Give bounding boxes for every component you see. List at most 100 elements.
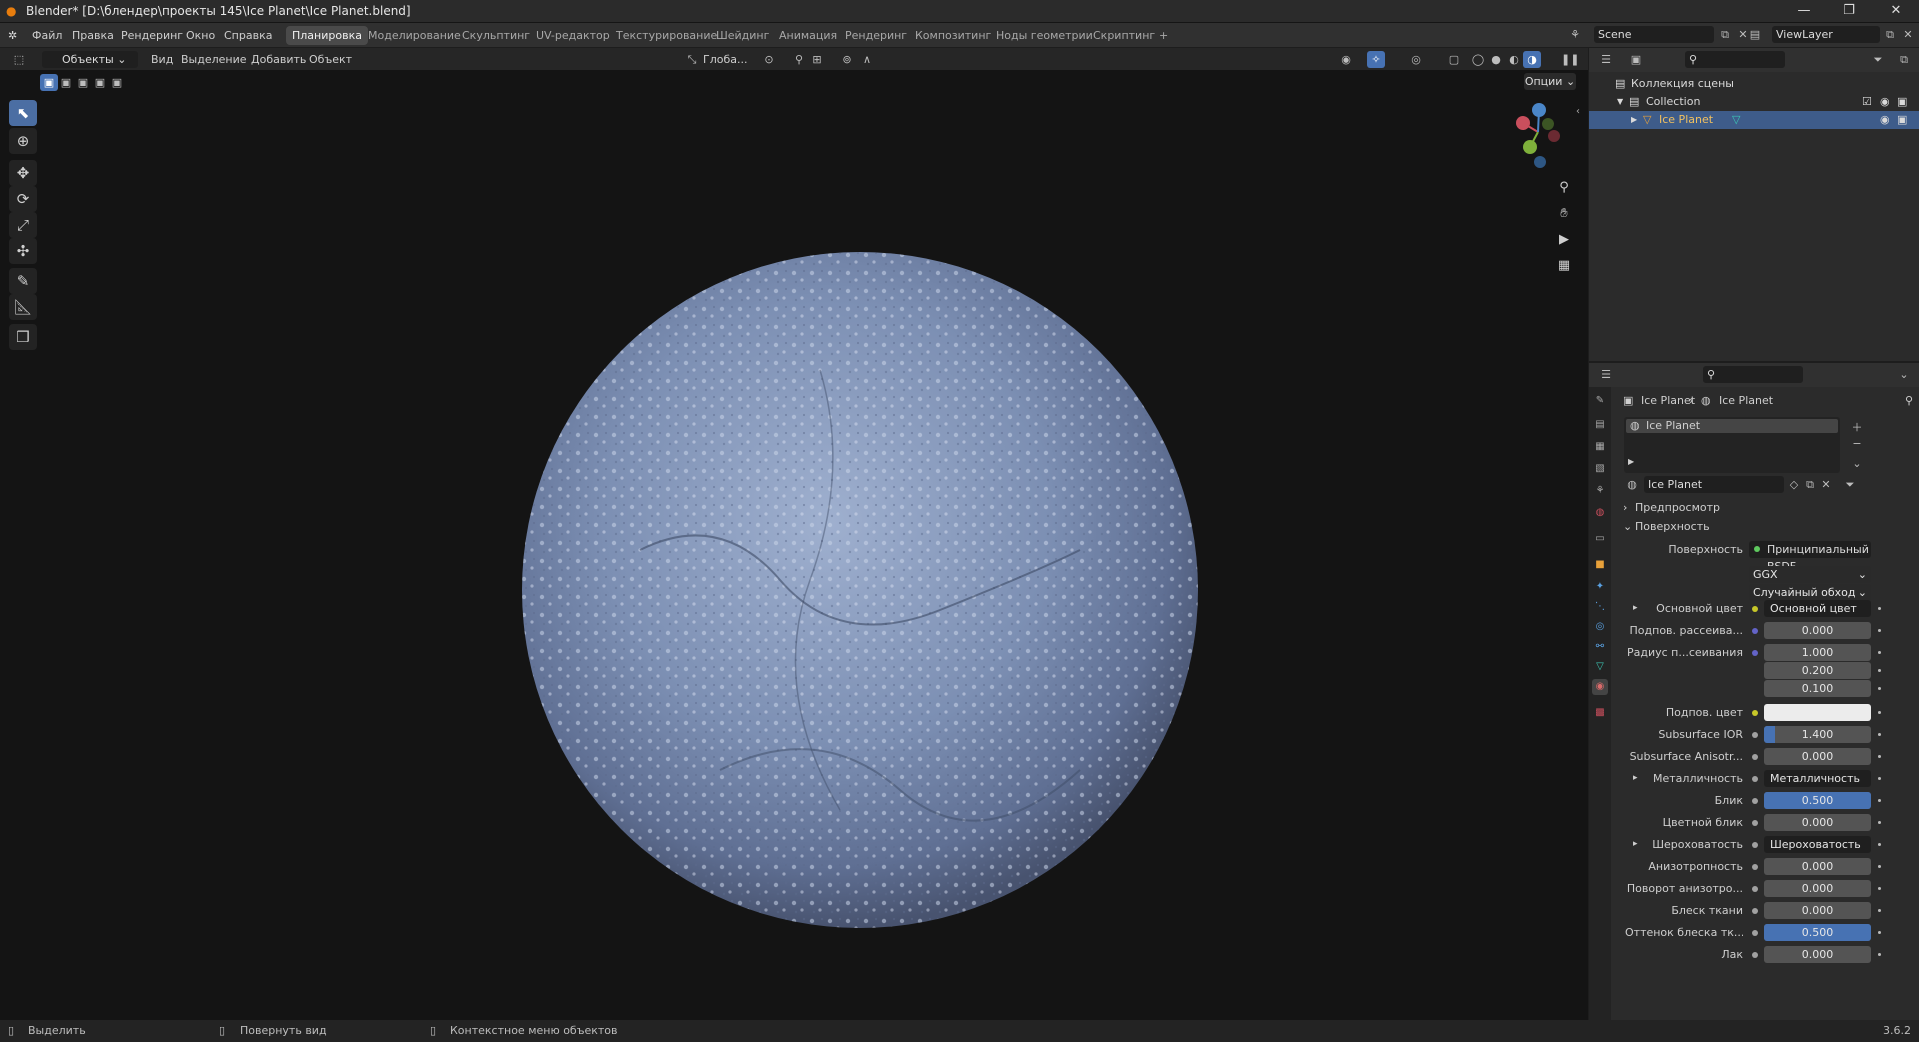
keyframe-dot-icon[interactable] bbox=[1878, 755, 1881, 758]
tab-modeling[interactable]: Моделирование bbox=[362, 26, 467, 45]
tab-geometry-nodes[interactable]: Ноды геометрии bbox=[990, 26, 1099, 45]
maximize-button[interactable]: ❐ bbox=[1826, 0, 1872, 22]
keyframe-dot-icon[interactable] bbox=[1878, 821, 1881, 824]
keyframe-dot-icon[interactable] bbox=[1878, 909, 1881, 912]
material-name-field[interactable]: Ice Planet bbox=[1644, 476, 1784, 493]
outliner-row-ice-planet[interactable]: ▶ ▽ Ice Planet ▽ ◉ ▣ bbox=[1589, 111, 1919, 129]
eye-icon[interactable]: ◉ bbox=[1880, 111, 1890, 129]
tab-texture-paint[interactable]: Текстурирование bbox=[610, 26, 723, 45]
subsurface-method-select[interactable]: Случайный обход ⌄ bbox=[1749, 584, 1871, 601]
rotate-tool-icon[interactable]: ⟳ bbox=[9, 186, 37, 212]
transform-orientation-icon[interactable]: ⤡ bbox=[683, 51, 701, 68]
number-field[interactable]: 0.100 bbox=[1764, 680, 1871, 697]
select-subtract-icon[interactable]: ▣ bbox=[74, 74, 92, 91]
navigation-gizmo[interactable] bbox=[1502, 98, 1578, 174]
3d-viewport[interactable]: ▣ ▣ ▣ ▣ ▣ Опции ⌄ ⬉ ⊕ ✥ ⟳ ⤢ ✣ ✎ 📐︎ ❒ ⚲ ✋… bbox=[0, 70, 1588, 1020]
menu-help[interactable]: Справка bbox=[224, 27, 272, 44]
new-scene-icon[interactable]: ⧉ bbox=[1716, 26, 1734, 43]
number-field[interactable]: 0.000 bbox=[1764, 622, 1871, 639]
material-slot-item[interactable]: ◍ Ice Planet bbox=[1626, 419, 1838, 433]
gizmo-toggle-icon[interactable]: ✧ bbox=[1367, 51, 1385, 68]
input-socket-icon[interactable] bbox=[1752, 754, 1758, 760]
keyframe-dot-icon[interactable] bbox=[1878, 799, 1881, 802]
tab-animation[interactable]: Анимация bbox=[773, 26, 843, 45]
falloff-icon[interactable]: ∧ bbox=[858, 51, 876, 68]
snap-icon[interactable]: ⚲ bbox=[790, 51, 808, 68]
xray-icon[interactable]: ▢ bbox=[1445, 51, 1463, 68]
transform-tool-icon[interactable]: ✣ bbox=[9, 238, 37, 264]
unlink-material-icon[interactable]: ✕ bbox=[1817, 476, 1835, 493]
preview-panel-header[interactable]: › Предпросмотр bbox=[1623, 501, 1913, 517]
number-field[interactable]: 0.500 bbox=[1764, 924, 1871, 941]
number-field[interactable]: 0.000 bbox=[1764, 748, 1871, 765]
outliner-editor-type-icon[interactable]: ☰ bbox=[1597, 51, 1615, 68]
number-field[interactable]: 0.200 bbox=[1764, 662, 1871, 679]
view-layer-tab-icon[interactable]: ▧ bbox=[1592, 461, 1608, 477]
number-field[interactable]: 0.000 bbox=[1764, 858, 1871, 875]
menu-file[interactable]: Файл bbox=[32, 27, 62, 44]
move-tool-icon[interactable]: ✥ bbox=[9, 160, 37, 186]
keyframe-dot-icon[interactable] bbox=[1878, 629, 1881, 632]
menu-add[interactable]: Добавить bbox=[251, 51, 306, 68]
filter-icon[interactable]: ⏷ bbox=[1869, 51, 1887, 68]
visibility-icon[interactable]: ◉ bbox=[1337, 51, 1355, 68]
editor-type-icon[interactable]: ⬚ bbox=[10, 51, 28, 68]
number-field[interactable]: 1.400 bbox=[1764, 726, 1871, 743]
proportional-edit-icon[interactable]: ⊚ bbox=[838, 51, 856, 68]
input-socket-icon[interactable] bbox=[1752, 628, 1758, 634]
number-field[interactable]: 0.000 bbox=[1764, 946, 1871, 963]
mode-selector[interactable]: Объекты ⌄ bbox=[42, 51, 138, 68]
keyframe-dot-icon[interactable] bbox=[1878, 669, 1881, 672]
scale-tool-icon[interactable]: ⤢ bbox=[9, 212, 37, 238]
pin-icon[interactable]: ⚲ bbox=[1905, 394, 1913, 407]
select-new-icon[interactable]: ▣ bbox=[40, 74, 58, 91]
minimize-button[interactable]: — bbox=[1781, 0, 1827, 22]
input-socket-icon[interactable] bbox=[1752, 798, 1758, 804]
pause-render-icon[interactable]: ❚❚ bbox=[1561, 51, 1579, 68]
input-socket-icon[interactable] bbox=[1752, 732, 1758, 738]
modifier-tab-icon[interactable]: ✦ bbox=[1592, 579, 1608, 595]
slot-specials-icon[interactable]: ⌄ bbox=[1848, 455, 1866, 472]
add-slot-icon[interactable]: ＋ bbox=[1848, 419, 1866, 436]
slot-expand-icon[interactable]: ▶ bbox=[1628, 457, 1634, 466]
outliner-row-collection[interactable]: ▼ ▤ Collection ☑ ◉ ▣ bbox=[1589, 93, 1919, 111]
properties-options-icon[interactable]: ⌄ bbox=[1895, 366, 1913, 383]
input-socket-icon[interactable] bbox=[1752, 710, 1758, 716]
node-link-icon[interactable]: ⏷ bbox=[1841, 476, 1859, 493]
camera-view-icon[interactable]: ▶ bbox=[1554, 230, 1574, 250]
input-socket-icon[interactable] bbox=[1752, 650, 1758, 656]
select-invert-icon[interactable]: ▣ bbox=[91, 74, 109, 91]
input-socket-icon[interactable] bbox=[1752, 908, 1758, 914]
color-swatch[interactable] bbox=[1764, 704, 1871, 721]
new-collection-icon[interactable]: ⧉ bbox=[1895, 51, 1913, 68]
tab-scripting[interactable]: Скриптинг bbox=[1087, 26, 1161, 45]
material-preview-icon[interactable]: ◐ bbox=[1505, 51, 1523, 68]
scene-name-field[interactable]: Scene bbox=[1594, 26, 1714, 43]
input-socket-icon[interactable] bbox=[1752, 776, 1758, 782]
menu-window[interactable]: Окно bbox=[186, 27, 215, 44]
remove-slot-icon[interactable]: − bbox=[1848, 435, 1866, 452]
tab-uv-editing[interactable]: UV-редактор bbox=[530, 26, 616, 45]
input-socket-icon[interactable] bbox=[1752, 952, 1758, 958]
sidebar-toggle-icon[interactable]: ‹ bbox=[1576, 106, 1580, 117]
number-field[interactable]: 0.000 bbox=[1764, 902, 1871, 919]
mesh-data-icon[interactable]: ▽ bbox=[1732, 111, 1740, 129]
keyframe-dot-icon[interactable] bbox=[1878, 651, 1881, 654]
eye-icon[interactable]: ◉ bbox=[1880, 93, 1890, 111]
add-cube-tool-icon[interactable]: ❒ bbox=[9, 324, 37, 350]
keyframe-dot-icon[interactable] bbox=[1878, 777, 1881, 780]
select-box-tool-icon[interactable]: ⬉ bbox=[9, 100, 37, 126]
camera-icon[interactable]: ▣ bbox=[1897, 111, 1907, 129]
linked-input-field[interactable]: Основной цвет bbox=[1764, 600, 1871, 617]
display-mode-icon[interactable]: ▣ bbox=[1627, 51, 1645, 68]
tool-tab-icon[interactable]: ✎ bbox=[1592, 393, 1608, 409]
distribution-select[interactable]: GGX ⌄ bbox=[1749, 566, 1871, 583]
browse-material-icon[interactable]: ◍ bbox=[1623, 476, 1641, 493]
menu-select[interactable]: Выделение bbox=[181, 51, 247, 68]
menu-object[interactable]: Объект bbox=[309, 51, 352, 68]
input-socket-icon[interactable] bbox=[1752, 886, 1758, 892]
surface-shader-field[interactable]: Принципиальный BSDF bbox=[1749, 541, 1871, 573]
keyframe-dot-icon[interactable] bbox=[1878, 865, 1881, 868]
tab-rendering[interactable]: Рендеринг bbox=[839, 26, 913, 45]
number-field[interactable]: 0.500 bbox=[1764, 792, 1871, 809]
